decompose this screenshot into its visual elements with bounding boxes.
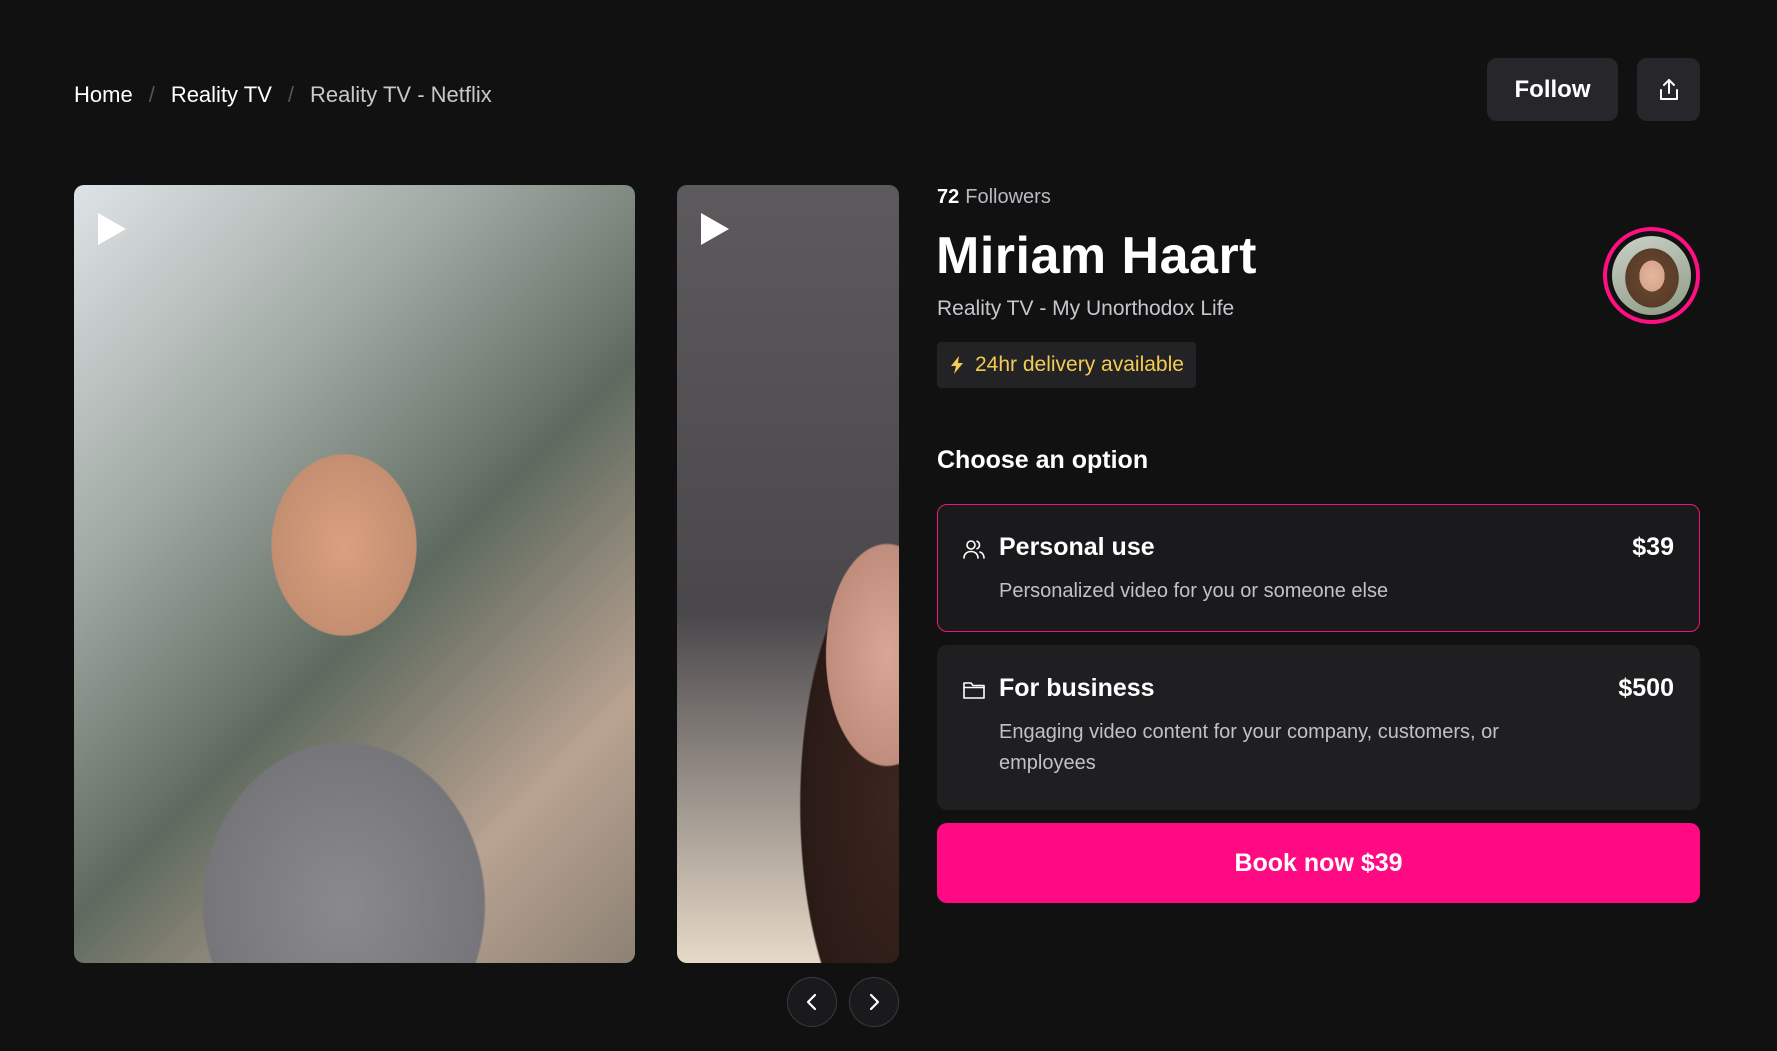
followers-count: 72 Followers [937, 186, 1051, 209]
chevron-left-icon [806, 993, 817, 1011]
breadcrumb-home[interactable]: Home [74, 82, 133, 108]
option-personal-use[interactable]: Personal use $39 Personalized video for … [937, 504, 1700, 632]
avatar-image [1612, 236, 1691, 315]
option-price: $39 [1632, 533, 1674, 561]
breadcrumb-current: Reality TV - Netflix [310, 82, 492, 107]
talent-name: Miriam Haart [936, 227, 1257, 285]
breadcrumb-separator: / [148, 82, 155, 107]
followers-number: 72 [937, 186, 960, 208]
book-now-button[interactable]: Book now $39 [937, 823, 1700, 903]
carousel-prev-button[interactable] [787, 977, 837, 1027]
option-description: Engaging video content for your company,… [999, 721, 1499, 774]
chevron-right-icon [869, 993, 880, 1011]
follow-button[interactable]: Follow [1487, 58, 1618, 121]
option-description: Personalized video for you or someone el… [999, 580, 1389, 602]
share-button[interactable] [1637, 58, 1700, 121]
avatar[interactable] [1603, 227, 1700, 324]
share-icon [1659, 78, 1678, 100]
options-title: Choose an option [937, 446, 1149, 474]
video-thumbnail[interactable] [74, 185, 635, 963]
option-title: For business [999, 674, 1155, 702]
play-icon [98, 213, 126, 245]
breadcrumb-separator: / [287, 82, 295, 107]
users-icon [963, 540, 985, 559]
option-for-business[interactable]: For business $500 Engaging video content… [937, 645, 1700, 810]
carousel-next-button[interactable] [849, 977, 899, 1027]
talent-category: Reality TV - My Unorthodox Life [937, 297, 1235, 320]
breadcrumb: Home / Reality TV / Reality TV - Netflix [74, 82, 492, 108]
option-title: Personal use [999, 533, 1155, 561]
lightning-icon [951, 356, 963, 374]
delivery-badge-text: 24hr delivery available [975, 353, 1184, 376]
option-price: $500 [1618, 674, 1674, 702]
followers-label: Followers [965, 186, 1051, 208]
video-thumbnail[interactable] [677, 185, 899, 963]
play-icon [701, 213, 729, 245]
breadcrumb-reality-tv[interactable]: Reality TV [171, 82, 272, 108]
delivery-badge: 24hr delivery available [937, 342, 1196, 388]
folder-icon [963, 682, 985, 699]
